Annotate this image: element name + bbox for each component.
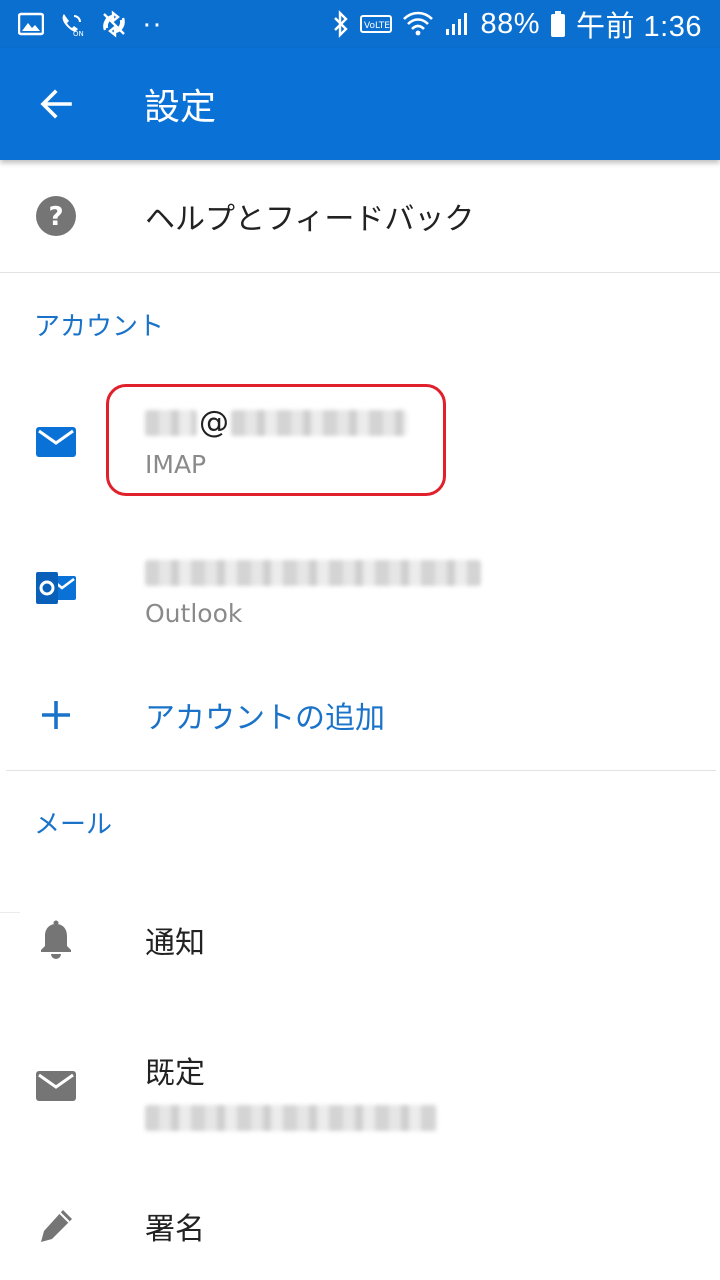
battery-percent: 88% xyxy=(480,7,540,40)
add-account-label: アカウントの追加 xyxy=(145,701,385,736)
plus-icon xyxy=(30,689,82,741)
sync-off-icon xyxy=(100,10,128,38)
back-button[interactable] xyxy=(0,48,112,160)
gallery-icon xyxy=(18,12,44,36)
help-feedback-item[interactable]: ? ヘルプとフィードバック xyxy=(0,160,720,272)
status-more-dots: ·· xyxy=(142,7,163,40)
page-title: 設定 xyxy=(144,87,217,128)
notifications-label: 通知 xyxy=(145,926,205,961)
highlight-box xyxy=(106,384,446,496)
wifi-icon xyxy=(402,11,434,37)
redacted-text xyxy=(145,559,481,586)
default-account-email xyxy=(145,1102,437,1131)
battery-icon xyxy=(550,10,566,38)
divider xyxy=(6,770,716,771)
outlook-icon xyxy=(30,562,82,614)
svg-text:?: ? xyxy=(48,202,63,232)
mail-icon xyxy=(30,416,82,468)
notifications-item[interactable]: 通知 xyxy=(0,884,720,996)
account-item-outlook[interactable]: Outlook xyxy=(0,528,720,648)
mail-icon xyxy=(30,1060,82,1112)
help-feedback-label: ヘルプとフィードバック xyxy=(145,202,475,237)
volte-label: VoLTE xyxy=(364,21,390,31)
question-circle-icon: ? xyxy=(30,190,82,242)
volte-icon: VoLTE xyxy=(360,13,393,35)
account-type: Outlook xyxy=(145,599,243,628)
bluetooth-icon xyxy=(332,10,350,38)
app-bar: 設定 xyxy=(0,48,720,160)
signal-icon xyxy=(444,11,470,37)
signature-label: 署名 xyxy=(145,1212,205,1247)
bell-icon xyxy=(30,914,82,966)
wifi-calling-icon: ON xyxy=(58,10,86,38)
account-email xyxy=(145,554,481,589)
clock: 午前 1:36 xyxy=(576,11,702,43)
pen-icon xyxy=(30,1200,82,1252)
signature-item[interactable]: 署名 xyxy=(0,1172,720,1280)
default-account-item[interactable]: 既定 xyxy=(0,1022,720,1148)
status-bar: ON ·· VoLTE 88% 午前 1:36 xyxy=(0,0,720,48)
default-label: 既定 xyxy=(145,1056,205,1091)
arrow-left-icon xyxy=(40,89,72,119)
redacted-text xyxy=(145,1105,437,1131)
add-account-item[interactable]: アカウントの追加 xyxy=(0,660,720,770)
accounts-section-header: アカウント xyxy=(34,312,165,342)
mail-section-header: メール xyxy=(34,810,113,840)
divider xyxy=(0,272,720,273)
svg-text:ON: ON xyxy=(73,30,84,38)
